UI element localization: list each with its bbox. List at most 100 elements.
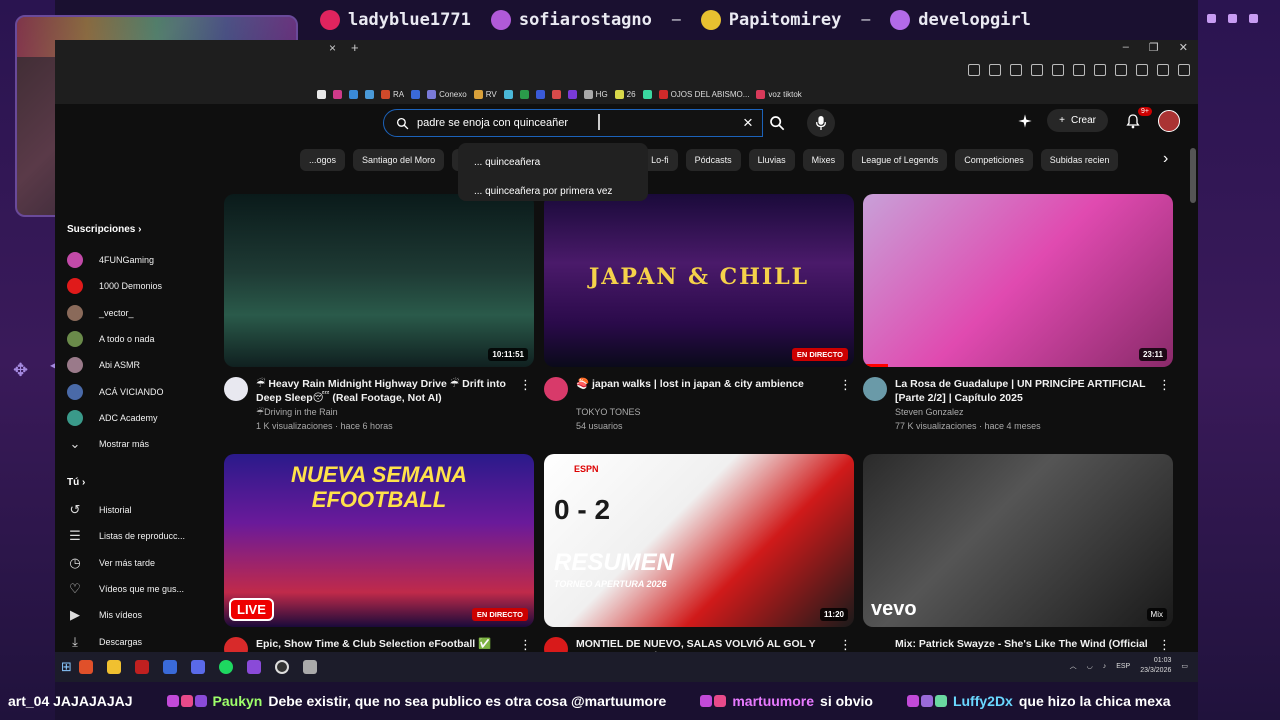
obs-taskbar-icon[interactable] — [274, 660, 289, 674]
brave-shield-icon[interactable] — [1052, 64, 1064, 76]
subscription-item[interactable]: ACÁ VICIANDO — [67, 382, 164, 402]
clock[interactable]: 01:03 23/3/2026 — [1140, 656, 1171, 676]
subscriptions-title[interactable]: Suscripciones › — [67, 224, 141, 235]
edit-icon[interactable] — [1010, 64, 1022, 76]
channel-name[interactable]: TOKYO TONES — [576, 407, 641, 417]
clear-search-icon[interactable]: × — [734, 113, 762, 133]
windows-start-icon[interactable]: ⊞ — [61, 659, 72, 675]
more-actions-icon[interactable]: ⋮ — [1158, 377, 1171, 393]
channel-avatar[interactable] — [224, 377, 248, 401]
minimize-button[interactable]: – — [1123, 41, 1129, 54]
channel-name[interactable]: ☔Driving in the Rain — [256, 407, 338, 418]
search-button[interactable] — [761, 109, 793, 137]
channel-name[interactable]: Steven Gonzalez — [895, 407, 964, 417]
screenshot-icon[interactable] — [968, 64, 980, 76]
suggestion-item[interactable]: ... quinceañera — [458, 149, 648, 178]
bookmark-item[interactable]: HG — [582, 89, 610, 99]
filter-chip[interactable]: Lluvias — [748, 149, 795, 171]
app-taskbar-icon[interactable] — [246, 660, 261, 674]
bookmark-item[interactable] — [566, 89, 579, 99]
app-taskbar-icon[interactable] — [134, 660, 149, 674]
zoom-icon[interactable] — [989, 64, 1001, 76]
bookmark-item[interactable] — [502, 89, 515, 99]
rewards-icon[interactable] — [1073, 64, 1085, 76]
close-tab-button[interactable]: × — [329, 41, 336, 55]
bookmark-item[interactable] — [315, 89, 328, 99]
extensions-icon[interactable] — [1094, 64, 1106, 76]
gemini-icon[interactable] — [1017, 113, 1033, 129]
show-more-button[interactable]: ⌄ Mostrar más — [67, 434, 149, 454]
subscription-item[interactable]: _vector_ — [67, 303, 134, 323]
bookmark-item[interactable] — [641, 89, 654, 99]
close-window-button[interactable]: ✕ — [1179, 41, 1188, 54]
page-scrollbar[interactable] — [1190, 148, 1196, 203]
more-actions-icon[interactable]: ⋮ — [1158, 637, 1171, 653]
notification-center-icon[interactable]: ▭ — [1181, 662, 1188, 670]
menu-icon[interactable] — [1178, 64, 1190, 76]
wifi-icon[interactable]: ◡ — [1087, 662, 1093, 670]
subscription-item[interactable]: Abi ASMR — [67, 355, 140, 375]
filter-chip[interactable]: ...ogos — [300, 149, 346, 171]
sidebar-item-downloads[interactable]: ⤓ Descargas — [67, 632, 142, 652]
subscription-item[interactable]: ADC Academy — [67, 408, 158, 428]
video-title[interactable]: ☔ Heavy Rain Midnight Highway Drive ☔ Dr… — [256, 377, 514, 405]
bookmark-item[interactable]: OJOS DEL ABISMO... — [657, 89, 752, 99]
app-taskbar-icon[interactable] — [302, 660, 317, 674]
spotify-taskbar-icon[interactable] — [218, 660, 233, 674]
channel-avatar[interactable] — [863, 377, 887, 401]
bookmark-item[interactable] — [363, 89, 376, 99]
bookmark-item[interactable]: 26 — [613, 89, 638, 99]
video-thumbnail[interactable]: 10:11:51 — [224, 194, 534, 367]
create-button[interactable]: + Crear — [1047, 109, 1108, 132]
bookmark-item[interactable]: voz tiktok — [754, 89, 803, 99]
sidebar-icon[interactable] — [1136, 64, 1148, 76]
video-title[interactable]: La Rosa de Guadalupe | UN PRINCÍPE ARTIF… — [895, 377, 1153, 405]
search-input[interactable]: padre se enoja con quinceañer — [417, 117, 726, 129]
video-card[interactable]: JAPAN & CHILL EN DIRECTO 🍣 japan walks | l… — [544, 194, 854, 439]
filter-chip[interactable]: Pódcasts — [685, 149, 741, 171]
video-title[interactable]: 🍣 japan walks | lost in japan & city amb… — [576, 377, 834, 391]
filter-chip[interactable]: Subidas recien — [1040, 149, 1119, 171]
subscription-item[interactable]: 4FUNGaming — [67, 250, 154, 270]
video-thumbnail[interactable]: vevo Mix — [863, 454, 1173, 627]
filter-chip[interactable]: Santiago del Moro — [353, 149, 445, 171]
account-avatar[interactable] — [1158, 109, 1180, 132]
filter-chip[interactable]: Mixes — [802, 149, 845, 171]
video-card[interactable]: 23:11 La Rosa de Guadalupe | UN PRINCÍPE … — [863, 194, 1173, 439]
bookmark-item[interactable] — [331, 89, 344, 99]
bookmark-item[interactable] — [347, 89, 360, 99]
chip-next-icon[interactable]: › — [1163, 150, 1168, 168]
bookmark-item[interactable]: Conexo — [425, 89, 469, 99]
filter-chip[interactable]: Competiciones — [955, 149, 1033, 171]
new-tab-button[interactable]: + — [351, 40, 359, 55]
sidebar-item-watch-later[interactable]: ◷ Ver más tarde — [67, 553, 155, 573]
bookmark-item[interactable]: RV — [472, 89, 499, 99]
subscription-item[interactable]: 1000 Demonios — [67, 276, 162, 296]
app-taskbar-icon[interactable] — [162, 660, 177, 674]
bookmark-item[interactable] — [518, 89, 531, 99]
share-icon[interactable] — [1031, 64, 1043, 76]
video-thumbnail[interactable]: NUEVA SEMANA EFOOTBALL LIVE EN DIRECTO — [224, 454, 534, 627]
sidebar-item-history[interactable]: ↺ Historial — [67, 500, 132, 520]
suggestion-item[interactable]: ... quinceañera por primera vez — [458, 178, 648, 207]
language-indicator[interactable]: ESP — [1116, 663, 1130, 670]
wallet-icon[interactable] — [1157, 64, 1169, 76]
sidebar-item-your-videos[interactable]: ▶ Mis vídeos — [67, 605, 142, 625]
video-thumbnail[interactable]: ESPN 0 - 2 RESUMEN TORNEO APERTURA 2026 11:2… — [544, 454, 854, 627]
more-actions-icon[interactable]: ⋮ — [519, 637, 532, 653]
volume-icon[interactable]: ♪ — [1103, 663, 1107, 670]
tray-chevron-icon[interactable]: ︿ — [1070, 661, 1077, 671]
filter-chip[interactable]: League of Legends — [852, 149, 948, 171]
bookmark-item[interactable] — [534, 89, 547, 99]
more-actions-icon[interactable]: ⋮ — [839, 377, 852, 393]
discord-taskbar-icon[interactable] — [190, 660, 205, 674]
video-card[interactable]: 10:11:51 ☔ Heavy Rain Midnight Highway Dr… — [224, 194, 534, 439]
channel-avatar[interactable] — [544, 377, 568, 401]
notifications-button[interactable]: 9+ — [1122, 106, 1152, 132]
sidebar-item-liked[interactable]: ♡ Vídeos que me gus... — [67, 579, 184, 599]
sidebar-item-playlists[interactable]: ☰ Listas de reproducc... — [67, 526, 185, 546]
more-actions-icon[interactable]: ⋮ — [519, 377, 532, 393]
search-box[interactable]: padre se enoja con quinceañer × — [383, 109, 763, 137]
you-section-title[interactable]: Tú › — [67, 477, 85, 488]
maximize-button[interactable]: ❐ — [1149, 41, 1159, 54]
